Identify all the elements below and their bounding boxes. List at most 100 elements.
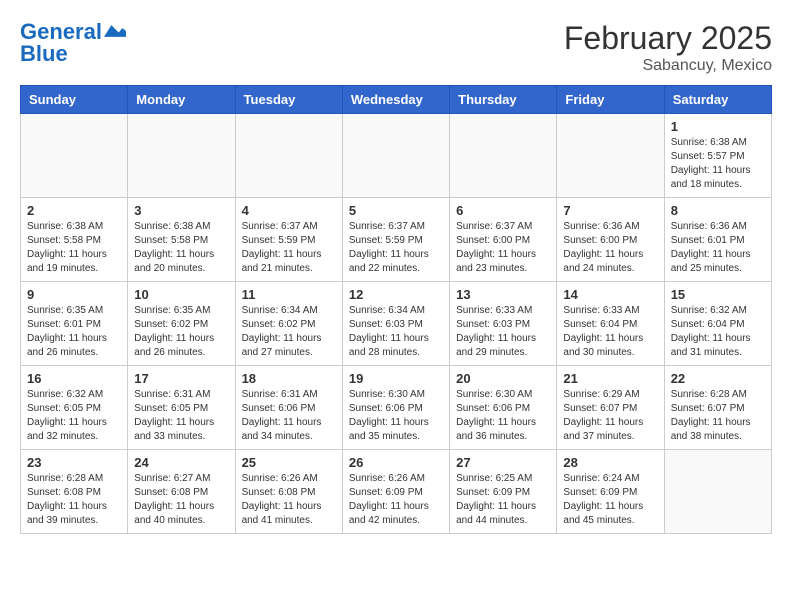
day-number: 9 (27, 287, 121, 302)
calendar-cell: 10Sunrise: 6:35 AM Sunset: 6:02 PM Dayli… (128, 282, 235, 366)
day-number: 19 (349, 371, 443, 386)
calendar-cell: 8 Sunrise: 6:36 AM Sunset: 6:01 PM Daylig… (664, 198, 771, 282)
calendar-cell: 7 Sunrise: 6:36 AM Sunset: 6:00 PM Daylig… (557, 198, 664, 282)
weekday-monday: Monday (128, 86, 235, 114)
day-info: Sunrise: 6:34 AM Sunset: 6:03 PM Dayligh… (349, 304, 443, 360)
week-row-1: 2Sunrise: 6:38 AM Sunset: 5:58 PM Daylig… (21, 198, 772, 282)
weekday-saturday: Saturday (664, 86, 771, 114)
calendar-cell: 2Sunrise: 6:38 AM Sunset: 5:58 PM Daylig… (21, 198, 128, 282)
day-info: Sunrise: 6:33 AM Sunset: 6:03 PM Dayligh… (456, 304, 550, 360)
day-info: Sunrise: 6:38 AM Sunset: 5:58 PM Dayligh… (134, 220, 228, 276)
day-info: Sunrise: 6:26 AM Sunset: 6:08 PM Dayligh… (242, 472, 336, 528)
location: Sabancuy, Mexico (564, 57, 772, 75)
day-info: Sunrise: 6:37 AM Sunset: 5:59 PM Dayligh… (349, 220, 443, 276)
weekday-thursday: Thursday (450, 86, 557, 114)
day-info: Sunrise: 6:29 AM Sunset: 6:07 PM Dayligh… (563, 388, 657, 444)
calendar-cell: 13 Sunrise: 6:33 AM Sunset: 6:03 PM Dayli… (450, 282, 557, 366)
calendar-table: SundayMondayTuesdayWednesdayThursdayFrid… (20, 85, 772, 534)
calendar-cell: 9 Sunrise: 6:35 AM Sunset: 6:01 PM Daylig… (21, 282, 128, 366)
day-number: 28 (563, 455, 657, 470)
weekday-sunday: Sunday (21, 86, 128, 114)
logo: General Blue (20, 20, 126, 66)
day-info: Sunrise: 6:32 AM Sunset: 6:04 PM Dayligh… (671, 304, 765, 360)
calendar-cell (342, 114, 449, 198)
calendar-cell: 19 Sunrise: 6:30 AM Sunset: 6:06 PM Dayli… (342, 366, 449, 450)
calendar-cell: 26 Sunrise: 6:26 AM Sunset: 6:09 PM Dayli… (342, 450, 449, 534)
calendar-cell: 27 Sunrise: 6:25 AM Sunset: 6:09 PM Dayli… (450, 450, 557, 534)
day-info: Sunrise: 6:31 AM Sunset: 6:05 PM Dayligh… (134, 388, 228, 444)
calendar-cell: 21 Sunrise: 6:29 AM Sunset: 6:07 PM Dayli… (557, 366, 664, 450)
day-number: 22 (671, 371, 765, 386)
weekday-tuesday: Tuesday (235, 86, 342, 114)
day-info: Sunrise: 6:25 AM Sunset: 6:09 PM Dayligh… (456, 472, 550, 528)
calendar-cell: 6 Sunrise: 6:37 AM Sunset: 6:00 PM Daylig… (450, 198, 557, 282)
calendar-cell (21, 114, 128, 198)
logo-icon (104, 20, 126, 42)
day-number: 7 (563, 203, 657, 218)
day-number: 4 (242, 203, 336, 218)
calendar-cell: 20 Sunrise: 6:30 AM Sunset: 6:06 PM Dayli… (450, 366, 557, 450)
calendar-cell: 5 Sunrise: 6:37 AM Sunset: 5:59 PM Daylig… (342, 198, 449, 282)
day-number: 1 (671, 119, 765, 134)
day-number: 24 (134, 455, 228, 470)
calendar-cell: 16 Sunrise: 6:32 AM Sunset: 6:05 PM Dayli… (21, 366, 128, 450)
calendar-cell: 11 Sunrise: 6:34 AM Sunset: 6:02 PM Dayli… (235, 282, 342, 366)
day-info: Sunrise: 6:38 AM Sunset: 5:57 PM Dayligh… (671, 136, 765, 192)
day-number: 14 (563, 287, 657, 302)
weekday-header-row: SundayMondayTuesdayWednesdayThursdayFrid… (21, 86, 772, 114)
calendar-cell: 3 Sunrise: 6:38 AM Sunset: 5:58 PM Daylig… (128, 198, 235, 282)
day-number: 17 (134, 371, 228, 386)
calendar-cell (128, 114, 235, 198)
calendar-cell: 23 Sunrise: 6:28 AM Sunset: 6:08 PM Dayli… (21, 450, 128, 534)
day-number: 27 (456, 455, 550, 470)
day-number: 16 (27, 371, 121, 386)
day-info: Sunrise: 6:30 AM Sunset: 6:06 PM Dayligh… (349, 388, 443, 444)
calendar-cell: 14 Sunrise: 6:33 AM Sunset: 6:04 PM Dayli… (557, 282, 664, 366)
week-row-0: 1 Sunrise: 6:38 AM Sunset: 5:57 PM Daylig… (21, 114, 772, 198)
calendar-cell: 17 Sunrise: 6:31 AM Sunset: 6:05 PM Dayli… (128, 366, 235, 450)
day-number: 18 (242, 371, 336, 386)
day-number: 13 (456, 287, 550, 302)
calendar-cell: 18Sunrise: 6:31 AM Sunset: 6:06 PM Dayli… (235, 366, 342, 450)
day-number: 20 (456, 371, 550, 386)
title-block: February 2025 Sabancuy, Mexico (564, 20, 772, 75)
week-row-3: 16 Sunrise: 6:32 AM Sunset: 6:05 PM Dayli… (21, 366, 772, 450)
day-number: 11 (242, 287, 336, 302)
day-number: 10 (134, 287, 228, 302)
day-number: 25 (242, 455, 336, 470)
calendar-cell (664, 450, 771, 534)
calendar-cell: 15Sunrise: 6:32 AM Sunset: 6:04 PM Dayli… (664, 282, 771, 366)
day-info: Sunrise: 6:36 AM Sunset: 6:01 PM Dayligh… (671, 220, 765, 276)
day-info: Sunrise: 6:34 AM Sunset: 6:02 PM Dayligh… (242, 304, 336, 360)
day-info: Sunrise: 6:32 AM Sunset: 6:05 PM Dayligh… (27, 388, 121, 444)
day-info: Sunrise: 6:36 AM Sunset: 6:00 PM Dayligh… (563, 220, 657, 276)
day-number: 5 (349, 203, 443, 218)
day-info: Sunrise: 6:35 AM Sunset: 6:01 PM Dayligh… (27, 304, 121, 360)
day-number: 23 (27, 455, 121, 470)
logo-blue-text: Blue (20, 42, 68, 66)
calendar-cell (557, 114, 664, 198)
day-info: Sunrise: 6:28 AM Sunset: 6:07 PM Dayligh… (671, 388, 765, 444)
calendar-cell (235, 114, 342, 198)
day-number: 3 (134, 203, 228, 218)
day-info: Sunrise: 6:26 AM Sunset: 6:09 PM Dayligh… (349, 472, 443, 528)
day-info: Sunrise: 6:28 AM Sunset: 6:08 PM Dayligh… (27, 472, 121, 528)
day-info: Sunrise: 6:37 AM Sunset: 6:00 PM Dayligh… (456, 220, 550, 276)
day-number: 26 (349, 455, 443, 470)
day-info: Sunrise: 6:30 AM Sunset: 6:06 PM Dayligh… (456, 388, 550, 444)
day-info: Sunrise: 6:33 AM Sunset: 6:04 PM Dayligh… (563, 304, 657, 360)
day-number: 12 (349, 287, 443, 302)
day-number: 8 (671, 203, 765, 218)
day-number: 21 (563, 371, 657, 386)
calendar-cell: 25 Sunrise: 6:26 AM Sunset: 6:08 PM Dayli… (235, 450, 342, 534)
calendar-cell: 1 Sunrise: 6:38 AM Sunset: 5:57 PM Daylig… (664, 114, 771, 198)
week-row-2: 9 Sunrise: 6:35 AM Sunset: 6:01 PM Daylig… (21, 282, 772, 366)
calendar-cell: 22 Sunrise: 6:28 AM Sunset: 6:07 PM Dayli… (664, 366, 771, 450)
day-info: Sunrise: 6:27 AM Sunset: 6:08 PM Dayligh… (134, 472, 228, 528)
page-header: General Blue February 2025 Sabancuy, Mex… (20, 20, 772, 75)
day-number: 6 (456, 203, 550, 218)
calendar-cell (450, 114, 557, 198)
day-info: Sunrise: 6:38 AM Sunset: 5:58 PM Dayligh… (27, 220, 121, 276)
calendar-cell: 12 Sunrise: 6:34 AM Sunset: 6:03 PM Dayli… (342, 282, 449, 366)
month-year: February 2025 (564, 20, 772, 57)
